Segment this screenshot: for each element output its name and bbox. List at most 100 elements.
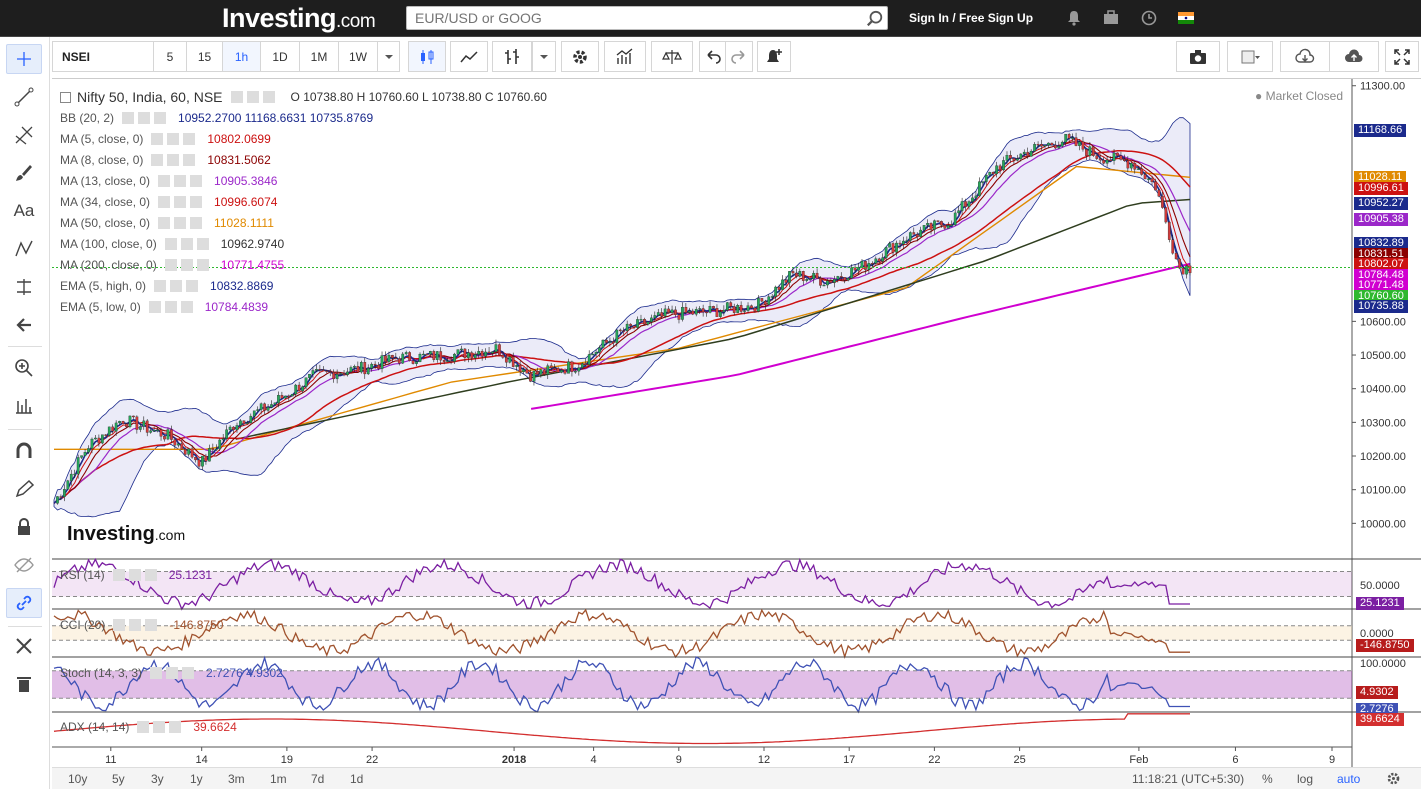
price-tick-label: 10300.00	[1360, 417, 1406, 429]
interval-1d[interactable]: 1D	[260, 41, 300, 72]
range-1m[interactable]: 1m	[270, 772, 287, 786]
candle-body	[725, 302, 729, 311]
interval-dropdown[interactable]	[377, 41, 400, 72]
range-10y[interactable]: 10y	[68, 772, 87, 786]
percent-toggle[interactable]: %	[1262, 772, 1273, 786]
sign-in-link[interactable]: Sign In	[909, 11, 949, 25]
back-tool[interactable]	[6, 310, 42, 340]
search-icon[interactable]	[866, 10, 884, 28]
clock-icon[interactable]	[1141, 10, 1157, 26]
candle-body	[145, 420, 149, 433]
bell-icon[interactable]	[1066, 10, 1082, 26]
measure-tool[interactable]	[6, 272, 42, 302]
candle-body	[453, 353, 456, 362]
candle-body	[76, 457, 80, 475]
snapshot-button[interactable]	[1176, 41, 1220, 72]
settings-button[interactable]	[561, 41, 599, 72]
lock-tool[interactable]	[6, 512, 42, 542]
symbol-field[interactable]: NSEI	[52, 41, 154, 72]
indicator-controls[interactable]	[148, 301, 195, 313]
chart-type-dropdown[interactable]	[532, 41, 556, 72]
indicator-controls[interactable]	[164, 259, 211, 271]
indicator-controls[interactable]	[158, 196, 205, 208]
sync-tool[interactable]	[6, 588, 42, 618]
interval-15[interactable]: 15	[186, 41, 223, 72]
interval-5[interactable]: 5	[153, 41, 187, 72]
indicators-icon	[616, 47, 633, 64]
save-chart-button[interactable]	[1329, 41, 1379, 72]
compare-button[interactable]	[651, 41, 693, 72]
interval-1m[interactable]: 1M	[299, 41, 339, 72]
chart-area[interactable]: 11300.00 10600.00 10500.00 10400.00 10300.00…	[52, 78, 1421, 767]
trendline-tool[interactable]	[6, 82, 42, 112]
search-input[interactable]	[406, 6, 888, 30]
text-tool[interactable]: Aa	[6, 196, 42, 226]
candle-body	[263, 403, 266, 411]
indicator-controls[interactable]	[122, 112, 169, 124]
ruler-tool[interactable]	[6, 391, 42, 421]
collapse-icon[interactable]	[60, 91, 71, 103]
redo-button[interactable]	[725, 41, 753, 72]
candle-body	[684, 307, 688, 313]
alert-button[interactable]	[757, 41, 791, 72]
range-1y[interactable]: 1y	[190, 772, 203, 786]
candle-body	[504, 357, 508, 363]
candle-body	[757, 298, 760, 312]
portfolio-icon[interactable]	[1103, 10, 1119, 26]
delete-tool[interactable]	[6, 669, 42, 699]
load-chart-button[interactable]	[1280, 41, 1330, 72]
candle-body	[121, 421, 125, 424]
interval-1w[interactable]: 1W	[338, 41, 378, 72]
range-3m[interactable]: 3m	[228, 772, 245, 786]
candle-body	[908, 232, 912, 241]
hide-tool[interactable]	[6, 550, 42, 580]
candle-body	[608, 341, 612, 343]
stoch-controls[interactable]	[150, 667, 197, 679]
layout-button[interactable]	[1227, 41, 1273, 72]
candle-body	[587, 354, 591, 365]
indicators-button[interactable]	[604, 41, 646, 72]
candle-body	[743, 310, 746, 312]
pattern-tool[interactable]	[6, 234, 42, 264]
candle-body	[183, 449, 187, 455]
crosshair-tool[interactable]	[6, 44, 42, 74]
rsi-controls[interactable]	[112, 569, 159, 581]
range-3y[interactable]: 3y	[151, 772, 164, 786]
indicator-controls[interactable]	[164, 238, 211, 250]
undo-button[interactable]	[699, 41, 727, 72]
indicator-controls[interactable]	[158, 217, 205, 229]
candle-body	[1143, 174, 1147, 180]
investing-logo[interactable]: Investing.com	[222, 3, 376, 34]
candle-body	[1098, 158, 1102, 161]
magnet-tool[interactable]	[6, 436, 42, 466]
indicator-controls[interactable]	[154, 280, 201, 292]
candle-body	[795, 272, 798, 277]
zoom-tool[interactable]	[6, 353, 42, 383]
chart-toolbar: NSEI 5 15 1h 1D 1M 1W	[52, 41, 1421, 73]
adx-controls[interactable]	[137, 721, 184, 733]
india-flag-icon[interactable]	[1178, 12, 1194, 24]
range-7d[interactable]: 7d	[311, 772, 324, 786]
legend-controls[interactable]	[230, 91, 277, 103]
log-toggle[interactable]: log	[1297, 772, 1313, 786]
candle-body	[466, 352, 470, 358]
candles-button[interactable]	[408, 41, 446, 72]
line-chart-button[interactable]	[450, 41, 488, 72]
gear-icon[interactable]	[1386, 771, 1401, 786]
indicator-controls[interactable]	[158, 175, 205, 187]
fullscreen-button[interactable]	[1385, 41, 1419, 72]
fib-tool[interactable]	[6, 120, 42, 150]
indicator-controls[interactable]	[151, 154, 198, 166]
stay-drawing-tool[interactable]	[6, 474, 42, 504]
auto-toggle[interactable]: auto	[1337, 772, 1360, 786]
brush-tool[interactable]	[6, 158, 42, 188]
bars-icon	[505, 48, 519, 64]
range-5y[interactable]: 5y	[112, 772, 125, 786]
remove-tools[interactable]	[6, 631, 42, 661]
interval-1h[interactable]: 1h	[222, 41, 261, 72]
cci-controls[interactable]	[113, 619, 160, 631]
sign-up-link[interactable]: Free Sign Up	[959, 11, 1033, 25]
range-1d[interactable]: 1d	[350, 772, 363, 786]
bars-button[interactable]	[492, 41, 532, 72]
indicator-controls[interactable]	[151, 133, 198, 145]
